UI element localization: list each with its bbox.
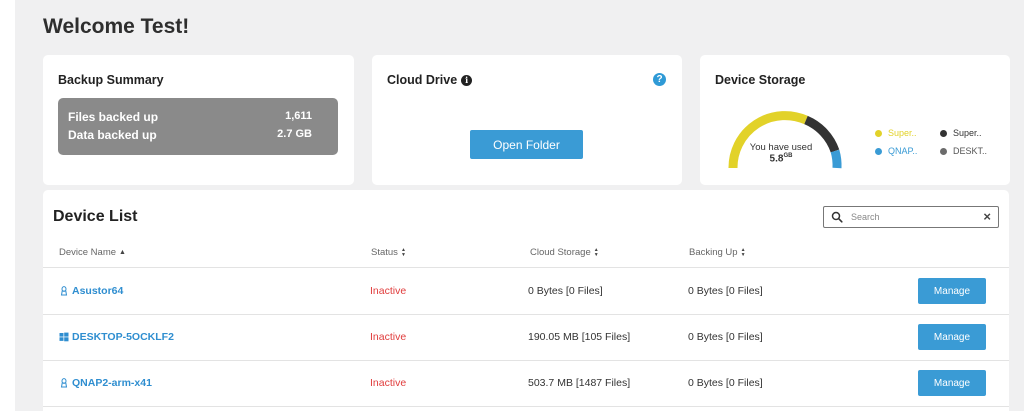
clear-search-icon[interactable]: ×: [983, 209, 991, 224]
cloud-storage-value: 503.7 MB [1487 Files]: [528, 377, 631, 389]
help-icon[interactable]: ?: [653, 73, 666, 86]
legend-dot-dark: [940, 129, 947, 137]
device-storage-card: Device Storage You have used 5.8GB Super…: [700, 55, 1010, 185]
device-name-cell: Asustor64: [59, 268, 123, 314]
sort-both-icon: ▲ ▼: [400, 246, 406, 258]
column-header-status[interactable]: Status ▲ ▼: [371, 247, 406, 258]
cloud-drive-title-wrap: Cloud Drive i: [387, 73, 473, 87]
legend-label: QNAP..: [888, 146, 918, 156]
gauge-caption: You have used 5.8GB: [726, 142, 836, 164]
gauge-used-value: 5.8: [769, 153, 784, 165]
backup-summary-title: Backup Summary: [58, 73, 164, 87]
device-name-cell: QNAP2-arm-x41: [59, 360, 152, 406]
backing-up-value: 0 Bytes [0 Files]: [688, 377, 763, 389]
files-backed-up-label: Files backed up: [68, 110, 159, 124]
legend-dot-blue: [875, 147, 882, 155]
search-box: ×: [823, 206, 999, 228]
device-storage-title: Device Storage: [715, 73, 806, 87]
table-row: Asustor64 Inactive 0 Bytes [0 Files] 0 B…: [43, 268, 1009, 314]
sort-both-icon: ▲ ▼: [740, 246, 746, 258]
search-input[interactable]: [851, 209, 971, 225]
legend-label: Super..: [888, 128, 917, 138]
page-title: Welcome Test!: [43, 15, 190, 38]
backing-up-value: 0 Bytes [0 Files]: [688, 331, 763, 343]
files-backed-up-value: 1,611: [285, 110, 312, 122]
gauge-used-unit: GB: [783, 153, 793, 159]
search-icon: [831, 211, 843, 223]
data-backed-up-label: Data backed up: [68, 128, 157, 142]
sort-both-icon: ▲ ▼: [593, 246, 599, 258]
gauge-used-value-wrap: 5.8GB: [726, 153, 836, 164]
manage-button[interactable]: Manage: [918, 324, 986, 350]
device-name-link[interactable]: QNAP2-arm-x41: [72, 377, 152, 389]
backup-summary-card: Backup Summary Files backed up 1,611 Dat…: [43, 55, 354, 185]
legend-dot-yellow: [875, 129, 882, 137]
table-row: DESKTOP-5OCKLF2 Inactive 190.05 MB [105 …: [43, 314, 1009, 360]
column-header-cloud-storage[interactable]: Cloud Storage ▲ ▼: [530, 247, 599, 258]
legend-item[interactable]: QNAP..: [875, 146, 917, 156]
device-name-link[interactable]: Asustor64: [72, 285, 123, 297]
backing-up-value: 0 Bytes [0 Files]: [688, 285, 763, 297]
legend-dot-gray: [940, 147, 947, 155]
linux-icon: [60, 378, 68, 388]
cloud-storage-value: 190.05 MB [105 Files]: [528, 331, 631, 343]
device-name-link[interactable]: DESKTOP-5OCKLF2: [72, 331, 174, 343]
device-list-title: Device List: [53, 208, 138, 225]
backup-summary-box: Files backed up 1,611 Data backed up 2.7…: [58, 98, 338, 155]
info-icon[interactable]: i: [461, 74, 473, 86]
dashboard-main: Welcome Test! Backup Summary Files backe…: [15, 0, 1024, 411]
column-label: Backing Up: [689, 247, 738, 258]
column-header-device-name[interactable]: Device Name ▲: [59, 247, 126, 258]
files-backed-up-row: Files backed up 1,611: [68, 110, 312, 124]
device-name-cell: DESKTOP-5OCKLF2: [59, 314, 174, 360]
device-status: Inactive: [370, 285, 407, 297]
cloud-storage-value: 0 Bytes [0 Files]: [528, 285, 603, 297]
legend-item[interactable]: Super..: [875, 128, 917, 138]
data-backed-up-row: Data backed up 2.7 GB: [68, 128, 312, 142]
cloud-drive-card: Cloud Drive i ? Open Folder: [372, 55, 682, 185]
manage-button[interactable]: Manage: [918, 370, 986, 396]
column-label: Status: [371, 247, 398, 258]
device-list-card: Device List × Device Name ▲ Status ▲▼ Cl…: [43, 190, 1009, 411]
legend-item[interactable]: Super..: [940, 128, 982, 138]
legend-item[interactable]: DESKT..: [940, 146, 987, 156]
windows-icon: [59, 332, 69, 342]
divider: [43, 406, 1009, 407]
open-folder-button[interactable]: Open Folder: [470, 130, 583, 159]
column-label: Device Name: [59, 247, 117, 258]
sort-asc-icon: ▲: [119, 249, 126, 256]
cloud-drive-title: Cloud Drive: [387, 73, 458, 87]
column-header-backing-up[interactable]: Backing Up ▲ ▼: [689, 247, 746, 258]
data-backed-up-value: 2.7 GB: [277, 128, 312, 140]
device-status: Inactive: [370, 377, 407, 389]
column-label: Cloud Storage: [530, 247, 591, 258]
device-status: Inactive: [370, 331, 407, 343]
linux-icon: [60, 286, 68, 296]
manage-button[interactable]: Manage: [918, 278, 986, 304]
gauge-used-label: You have used: [749, 142, 813, 153]
legend-label: DESKT..: [953, 146, 988, 156]
table-row: QNAP2-arm-x41 Inactive 503.7 MB [1487 Fi…: [43, 360, 1009, 406]
legend-label: Super..: [953, 128, 982, 138]
